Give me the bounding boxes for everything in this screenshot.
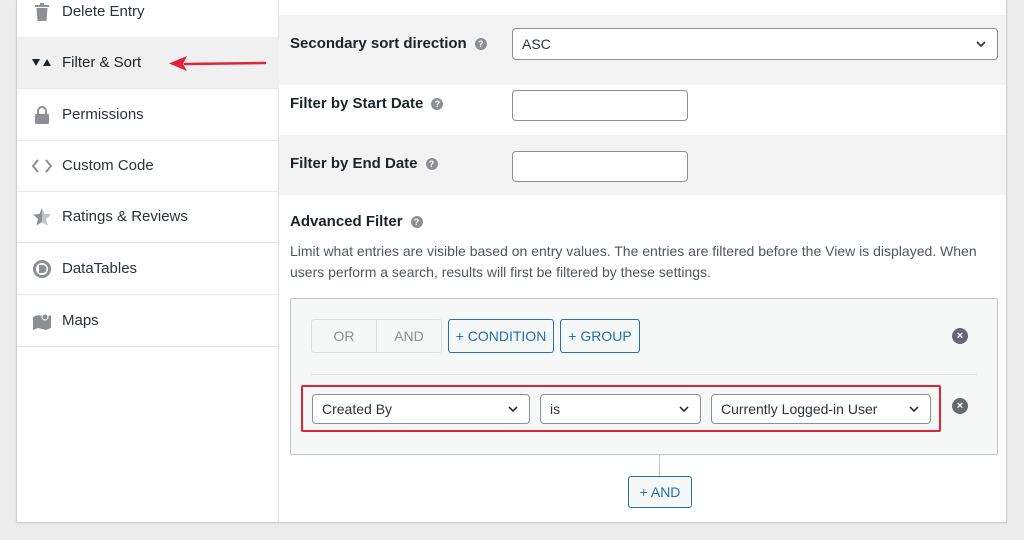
remove-condition-icon[interactable]: × [952,398,968,414]
secondary-sort-select[interactable]: ASC [512,28,998,60]
advanced-filter-label: Advanced Filter ? [290,213,423,230]
and-toggle[interactable]: AND [376,319,442,353]
condition-value-select[interactable]: Currently Logged-in User [711,394,931,424]
setting-row-end-date: Filter by End Date ? [279,135,1006,195]
setting-label: Secondary sort direction ? [290,35,487,52]
annotation-arrow-icon [169,56,267,71]
or-toggle[interactable]: OR [311,319,377,353]
help-icon[interactable]: ? [410,215,423,228]
sidebar-item-custom-code[interactable]: Custom Code [17,140,279,192]
remove-group-icon[interactable]: × [952,328,968,344]
setting-label: Filter by Start Date ? [290,95,444,112]
sidebar-item-permissions[interactable]: Permissions [17,89,279,141]
sidebar-item-label: Maps [62,312,99,329]
filter-sort-icon [31,52,53,74]
setting-row-secondary-sort: Secondary sort direction ? ASC [279,15,1006,85]
sidebar-item-label: Delete Entry [62,3,145,20]
sidebar: Delete Entry Filter & Sort Permissions C… [17,0,279,522]
add-group-button[interactable]: + GROUP [560,319,640,353]
sidebar-item-label: DataTables [62,260,138,277]
chevron-down-icon [976,41,986,48]
trash-icon [31,1,53,23]
chevron-down-icon [508,406,518,413]
chevron-down-icon [679,406,689,413]
start-date-input[interactable] [512,90,688,121]
main-content: Secondary sort direction ? ASC Filter by… [279,0,1006,522]
connector-line [659,455,660,477]
divider [311,374,977,375]
add-condition-button[interactable]: + CONDITION [448,319,554,353]
sidebar-item-datatables[interactable]: DataTables [17,243,279,295]
condition-field-select[interactable]: Created By [312,394,530,424]
code-icon [31,155,53,177]
setting-label: Filter by End Date ? [290,155,438,172]
sidebar-item-maps[interactable]: Maps [17,295,279,347]
sidebar-item-delete-entry[interactable]: Delete Entry [17,0,279,38]
settings-panel: Delete Entry Filter & Sort Permissions C… [16,0,1007,523]
chevron-down-icon [909,406,919,413]
end-date-input[interactable] [512,151,688,182]
help-icon[interactable]: ? [425,157,438,170]
setting-row-start-date: Filter by Start Date ? [279,85,1006,135]
star-icon [31,206,53,228]
help-icon[interactable]: ? [474,37,487,50]
advanced-filter-box: OR AND + CONDITION + GROUP × Created By … [290,298,998,455]
sidebar-item-ratings-reviews[interactable]: Ratings & Reviews [17,191,279,243]
datatables-icon [31,258,53,280]
advanced-filter-description: Limit what entries are visible based on … [290,243,977,280]
sidebar-item-label: Filter & Sort [62,54,142,71]
lock-icon [31,104,53,126]
map-icon [31,310,53,332]
sidebar-item-label: Permissions [62,106,144,123]
add-and-button[interactable]: + AND [628,476,692,508]
help-icon[interactable]: ? [431,97,444,110]
sidebar-item-label: Ratings & Reviews [62,208,188,225]
condition-operator-select[interactable]: is [540,394,701,424]
sidebar-item-label: Custom Code [62,157,154,174]
